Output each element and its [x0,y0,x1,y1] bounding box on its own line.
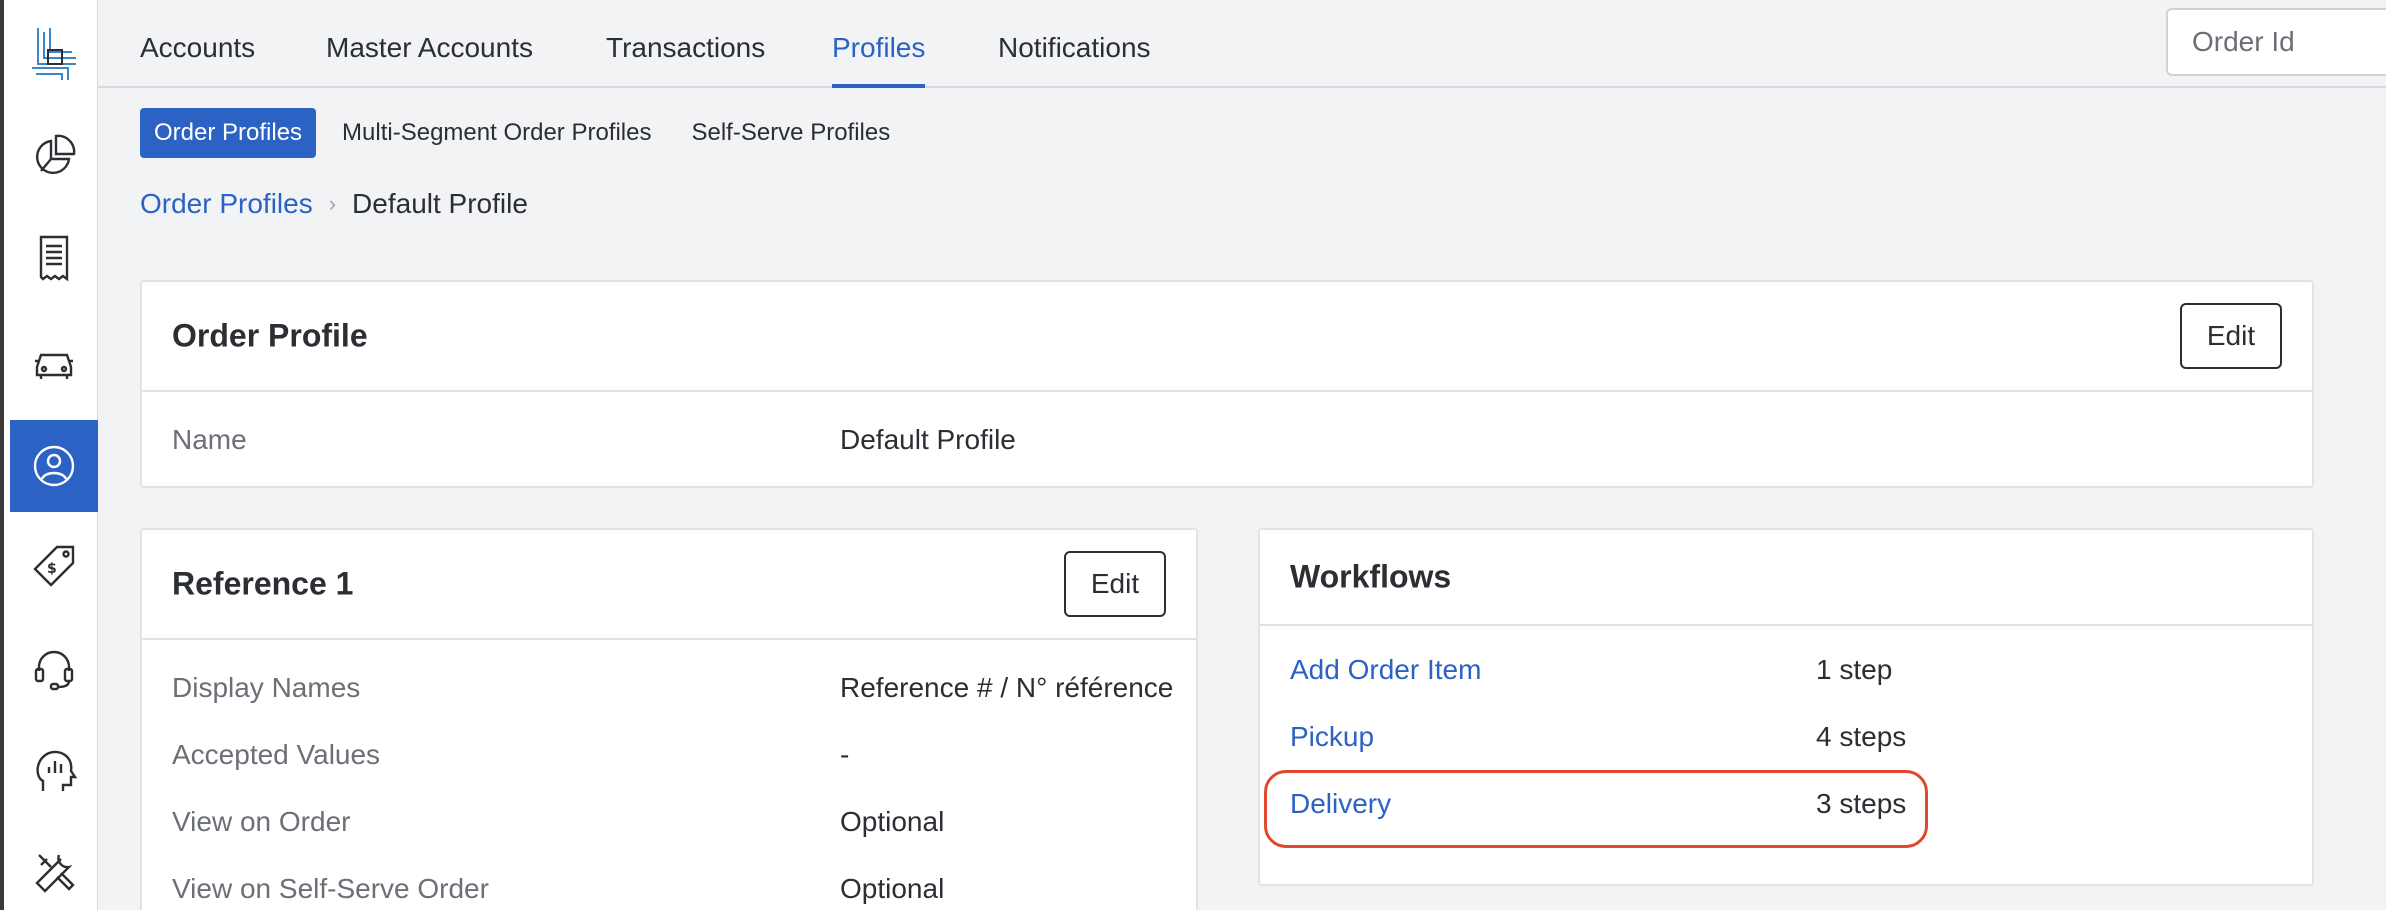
breadcrumb-parent-link[interactable]: Order Profiles [140,188,313,220]
svg-text:$: $ [47,561,57,577]
workflows-title: Workflows [1290,558,1452,595]
sidebar-item-profiles[interactable] [10,420,98,512]
accepted-values-label: Accepted Values [172,739,381,770]
breadcrumb: Order Profiles › Default Profile [140,188,528,220]
headset-icon [34,650,74,691]
tools-icon [35,854,75,893]
view-on-self-serve-order-label: View on Self-Serve Order [172,873,489,904]
workflow-link-add-order-item[interactable]: Add Order Item [1290,654,1481,685]
order-profile-card: Order Profile Edit Name Default Profile [140,280,2314,488]
sidebar-item-vehicles[interactable] [10,316,98,408]
reference-card: Reference 1 Edit Display Names Reference… [140,528,1198,910]
breadcrumb-current: Default Profile [352,188,528,219]
pie-chart-icon [35,134,76,175]
view-on-self-serve-order-value: Optional [840,873,945,904]
subtab-self-serve-profiles[interactable]: Self-Serve Profiles [677,108,904,158]
order-profile-edit-button[interactable]: Edit [2180,303,2282,369]
reference-row: View on Self-Serve Order Optional [172,873,944,905]
sidebar-item-support[interactable] [10,622,98,714]
car-icon [35,353,73,379]
reference-row: Accepted Values - [172,739,849,771]
sidebar-item-settings[interactable] [10,826,98,910]
name-label: Name [172,424,247,455]
chevron-right-icon: › [328,191,337,216]
receipt-icon [39,235,69,282]
workflow-row: Add Order Item 1 step [1290,654,1892,686]
price-tag-icon: $ [33,545,75,587]
reference-row: Display Names Reference # / N° référence [172,672,1173,704]
sidebar-item-analytics[interactable] [10,724,98,816]
accepted-values-value: - [840,739,850,770]
reference-edit-button[interactable]: Edit [1064,551,1166,617]
sidebar-item-dashboard[interactable] [10,110,98,202]
order-profile-title: Order Profile [172,317,368,354]
subtab-multi-segment-order-profiles[interactable]: Multi-Segment Order Profiles [328,108,665,158]
subtab-bar: Order Profiles Multi-Segment Order Profi… [140,108,904,158]
tab-transactions[interactable]: Transactions [606,32,765,88]
view-on-order-label: View on Order [172,806,351,837]
tab-master-accounts[interactable]: Master Accounts [326,32,533,88]
name-row: Name Default Profile [172,424,1016,456]
order-id-search-input[interactable] [2166,8,2386,76]
display-names-label: Display Names [172,672,361,703]
sidebar-item-transactions[interactable] [10,212,98,304]
sidebar: $ [0,0,98,910]
name-value: Default Profile [840,424,1016,455]
reference-row: View on Order Optional [172,806,944,838]
logo-icon[interactable] [28,24,80,84]
tab-profiles[interactable]: Profiles [832,32,926,88]
reference-title: Reference 1 [172,565,354,602]
workflow-steps: 4 steps [1816,721,1907,752]
tab-notifications[interactable]: Notifications [998,32,1151,88]
subtab-order-profiles[interactable]: Order Profiles [140,108,317,158]
tab-accounts[interactable]: Accounts [140,32,255,88]
top-navigation: Accounts Master Accounts Transactions Pr… [98,0,2386,88]
head-analytics-icon [36,750,78,791]
workflow-link-pickup[interactable]: Pickup [1290,721,1374,752]
display-names-value: Reference # / N° référence [840,672,1174,703]
window-edge [0,0,4,910]
view-on-order-value: Optional [840,806,945,837]
sidebar-item-pricing[interactable]: $ [10,520,98,612]
workflow-steps: 1 step [1816,654,1893,685]
workflow-row: Pickup 4 steps [1290,721,1906,753]
delivery-highlight-outline [1264,770,1928,848]
user-circle-icon [33,445,75,487]
